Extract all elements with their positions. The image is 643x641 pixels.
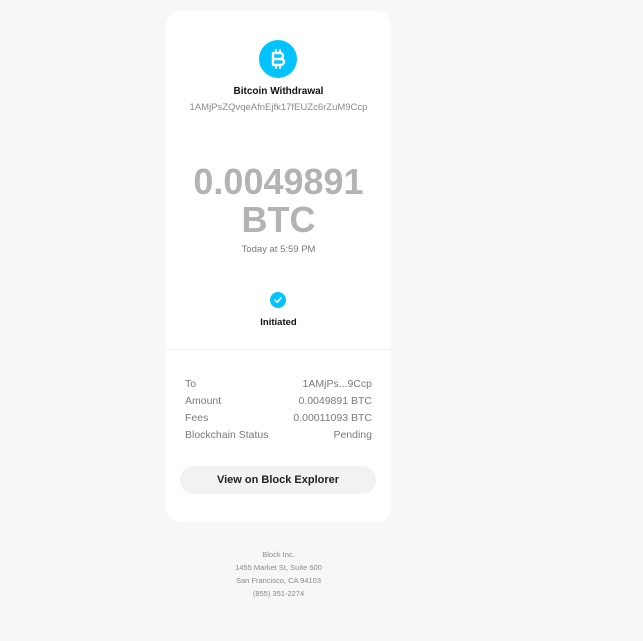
footer-city: San Francisco, CA 94103 xyxy=(235,576,322,585)
check-icon xyxy=(270,292,286,308)
amount-value: 0.0049891 xyxy=(193,161,364,202)
timestamp: Today at 5:59 PM xyxy=(241,244,316,255)
detail-label: Fees xyxy=(185,412,209,424)
detail-row-amount: Amount 0.0049891 BTC xyxy=(185,393,372,410)
transaction-title: Bitcoin Withdrawal xyxy=(233,86,324,97)
wallet-address: 1AMjPsZQvqeAfnEjfk17fEUZc6rZuM9Ccp xyxy=(189,102,368,113)
detail-value: 0.00011093 BTC xyxy=(293,412,372,424)
detail-label: Amount xyxy=(185,395,222,407)
status-label: Initiated xyxy=(260,317,297,328)
footer: Block Inc. 1455 Market St, Suite 600 San… xyxy=(166,548,391,600)
detail-row-to: To 1AMjPs...9Ccp xyxy=(185,376,372,393)
detail-value: 0.0049891 BTC xyxy=(298,395,372,407)
footer-street: 1455 Market St, Suite 600 xyxy=(235,563,322,572)
details-list: To 1AMjPs...9Ccp Amount 0.0049891 BTC Fe… xyxy=(185,376,372,444)
bitcoin-icon xyxy=(259,40,297,78)
detail-label: Blockchain Status xyxy=(185,429,269,441)
amount-unit: BTC xyxy=(241,199,316,240)
detail-row-blockchain-status: Blockchain Status Pending xyxy=(185,427,372,444)
detail-value: Pending xyxy=(333,429,372,441)
detail-label: To xyxy=(185,378,197,390)
amount-display: 0.0049891 BTC xyxy=(166,163,391,239)
detail-value: 1AMjPs...9Ccp xyxy=(302,378,372,390)
footer-company: Block Inc. xyxy=(262,550,295,559)
footer-phone: (855) 351-2274 xyxy=(252,589,305,598)
view-on-block-explorer-button[interactable]: View on Block Explorer xyxy=(180,466,376,494)
receipt-card: Bitcoin Withdrawal 1AMjPsZQvqeAfnEjfk17f… xyxy=(166,11,391,522)
detail-row-fees: Fees 0.00011093 BTC xyxy=(185,410,372,427)
divider xyxy=(166,349,391,350)
